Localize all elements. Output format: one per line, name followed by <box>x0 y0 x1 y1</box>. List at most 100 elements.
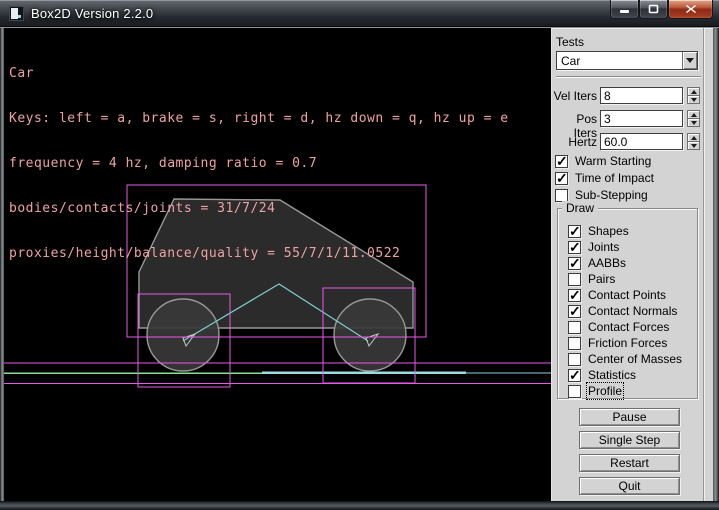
checkbox-box[interactable] <box>555 189 568 202</box>
checkbox-label: Contact Forces <box>588 320 669 334</box>
spinner-down-button[interactable] <box>687 118 700 127</box>
tests-label: Tests <box>556 35 584 49</box>
minimize-icon <box>619 5 630 14</box>
checkbox-warm-starting[interactable]: Warm Starting <box>555 154 651 168</box>
vel-iters-label: Vel Iters <box>551 89 597 103</box>
pos-iters-input[interactable] <box>600 110 683 127</box>
minimize-button[interactable] <box>610 0 639 19</box>
test-title-text: Car <box>9 66 509 81</box>
checkbox-box[interactable] <box>555 155 568 168</box>
pause-button[interactable]: Pause <box>579 408 680 426</box>
checkbox-box[interactable] <box>568 241 581 254</box>
checkbox-box[interactable] <box>555 172 568 185</box>
checkbox-label: Statistics <box>588 368 636 382</box>
checkbox-pairs[interactable]: Pairs <box>568 272 615 286</box>
checkbox-center-of-masses[interactable]: Center of Masses <box>568 352 682 366</box>
ground-edges <box>4 373 551 374</box>
checkbox-label: Shapes <box>588 224 629 238</box>
maximize-icon <box>648 4 659 14</box>
checkbox-sub-stepping[interactable]: Sub-Stepping <box>555 188 648 202</box>
hertz-spinner: Hertz <box>551 133 701 150</box>
checkbox-box[interactable] <box>568 337 581 350</box>
checkbox-label: Warm Starting <box>575 154 651 168</box>
checkbox-box[interactable] <box>568 289 581 302</box>
app-icon <box>9 6 24 21</box>
arrow-down-icon <box>691 98 697 102</box>
checkbox-box[interactable] <box>568 273 581 286</box>
simulation-canvas[interactable]: Car Keys: left = a, brake = s, right = d… <box>4 28 551 501</box>
spinner-down-button[interactable] <box>687 141 700 150</box>
checkbox-label: Center of Masses <box>588 352 682 366</box>
checkbox-label: Joints <box>588 240 619 254</box>
titlebar[interactable]: Box2D Version 2.2.0 <box>0 0 719 27</box>
quit-button[interactable]: Quit <box>579 477 680 495</box>
window-border-right <box>713 28 719 501</box>
checkbox-statistics[interactable]: Statistics <box>568 368 636 382</box>
checkbox-shapes[interactable]: Shapes <box>568 224 629 238</box>
restart-button[interactable]: Restart <box>579 454 680 472</box>
checkbox-box[interactable] <box>568 385 581 398</box>
checkbox-box[interactable] <box>568 353 581 366</box>
checkbox-label: Contact Normals <box>588 304 677 318</box>
draw-groupbox-title: Draw <box>562 201 598 215</box>
arrow-up-icon <box>691 136 697 140</box>
window-controls <box>610 0 713 19</box>
single-step-button[interactable]: Single Step <box>579 431 680 449</box>
control-panel: Tests Car Vel Iters Pos Iters <box>551 28 713 501</box>
stats-proxies-text: proxies/height/balance/quality = 55/7/1/… <box>9 246 509 261</box>
checkbox-aabbs[interactable]: AABBs <box>568 256 626 270</box>
close-icon <box>685 4 697 14</box>
vel-iters-spinner: Vel Iters <box>551 87 701 104</box>
app-window: Box2D Version 2.2.0 <box>0 0 719 510</box>
checkbox-contact-forces[interactable]: Contact Forces <box>568 320 669 334</box>
checkbox-label: Contact Points <box>588 288 666 302</box>
checkbox-contact-normals[interactable]: Contact Normals <box>568 304 677 318</box>
close-button[interactable] <box>668 0 713 19</box>
stats-bodies-text: bodies/contacts/joints = 31/7/24 <box>9 201 509 216</box>
checkbox-box[interactable] <box>568 321 581 334</box>
checkbox-profile[interactable]: Profile <box>568 384 622 398</box>
maximize-button[interactable] <box>639 0 668 19</box>
pos-iters-spinner: Pos Iters <box>551 110 701 127</box>
debug-text-overlay: Car Keys: left = a, brake = s, right = d… <box>9 36 509 291</box>
checkbox-label: Friction Forces <box>588 336 667 350</box>
pos-iters-arrows <box>687 110 700 127</box>
checkbox-time-of-impact[interactable]: Time of Impact <box>555 171 654 185</box>
spinner-down-button[interactable] <box>687 95 700 104</box>
window-title: Box2D Version 2.2.0 <box>31 6 153 21</box>
checkbox-label: Time of Impact <box>575 171 654 185</box>
arrow-up-icon <box>691 113 697 117</box>
chevron-down-icon <box>686 58 694 63</box>
front-wheel-shape <box>334 299 406 371</box>
draw-groupbox: Draw Shapes Joints AABBs Pairs <box>557 208 698 399</box>
checkbox-label: AABBs <box>588 256 626 270</box>
hertz-label: Hertz <box>551 135 597 149</box>
checkbox-box[interactable] <box>568 225 581 238</box>
arrow-down-icon <box>691 144 697 148</box>
checkbox-box[interactable] <box>568 257 581 270</box>
checkbox-friction-forces[interactable]: Friction Forces <box>568 336 667 350</box>
keys-help-text: Keys: left = a, brake = s, right = d, hz… <box>9 111 509 126</box>
arrow-up-icon <box>691 90 697 94</box>
vel-iters-arrows <box>687 87 700 104</box>
hertz-arrows <box>687 133 700 150</box>
arrow-down-icon <box>691 121 697 125</box>
frequency-text: frequency = 4 hz, damping ratio = 0.7 <box>9 156 509 171</box>
checkbox-label: Pairs <box>588 272 615 286</box>
separator-line <box>556 76 701 78</box>
tests-dropdown[interactable]: Car <box>556 51 698 70</box>
tests-dropdown-value: Car <box>561 54 580 68</box>
tests-dropdown-arrow-button[interactable] <box>682 52 697 69</box>
checkbox-box[interactable] <box>568 305 581 318</box>
checkbox-contact-points[interactable]: Contact Points <box>568 288 666 302</box>
client-area: Car Keys: left = a, brake = s, right = d… <box>0 27 719 501</box>
hertz-input[interactable] <box>600 133 683 150</box>
checkbox-label: Sub-Stepping <box>575 188 648 202</box>
window-border-bottom <box>0 501 719 510</box>
checkbox-joints[interactable]: Joints <box>568 240 619 254</box>
checkbox-box[interactable] <box>568 369 581 382</box>
rear-wheel-shape <box>147 299 219 371</box>
checkbox-label: Profile <box>588 384 622 398</box>
panel-column-divider <box>703 28 705 501</box>
vel-iters-input[interactable] <box>600 87 683 104</box>
